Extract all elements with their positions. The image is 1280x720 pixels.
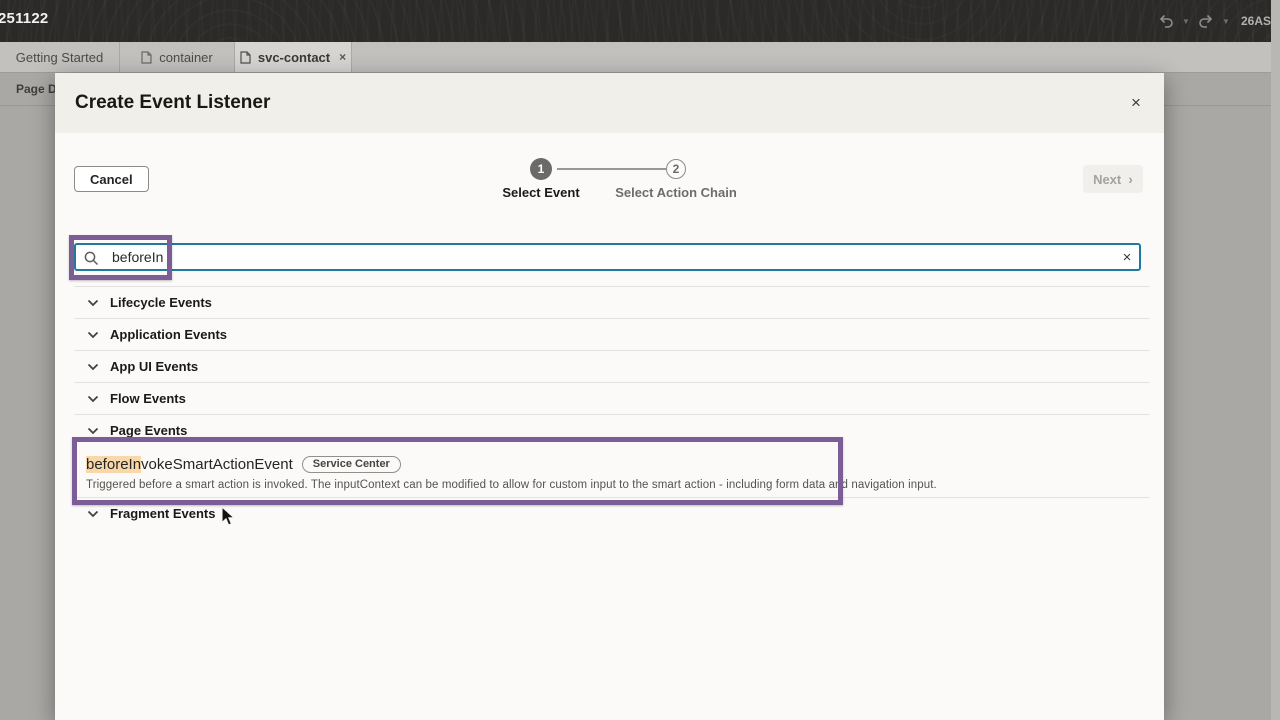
redo-icon: [1198, 14, 1214, 28]
section-lifecycle-events[interactable]: Lifecycle Events: [74, 286, 1150, 318]
tab-svc-contact[interactable]: svc-contact ×: [235, 42, 352, 72]
tab-label: container: [159, 50, 212, 65]
create-event-listener-dialog: Create Event Listener × Cancel 1 2 Selec…: [55, 73, 1164, 720]
document-icon: [240, 51, 251, 64]
step-2-indicator: 2: [666, 159, 686, 179]
app-header: 251122 ▼ ▼ 26ASam: [0, 0, 1280, 42]
cancel-button[interactable]: Cancel: [74, 166, 149, 192]
chevron-down-icon: [87, 299, 99, 307]
service-center-badge: Service Center: [302, 456, 401, 473]
undo-icon: [1158, 14, 1174, 28]
search-match-highlight: beforeIn: [86, 456, 141, 473]
section-page-events[interactable]: Page Events: [74, 414, 1150, 446]
event-name: beforeInvokeSmartActionEvent: [86, 456, 293, 473]
section-fragment-events[interactable]: Fragment Events: [74, 497, 1150, 529]
section-app-ui-events[interactable]: App UI Events: [74, 350, 1150, 382]
section-label: Flow Events: [110, 391, 186, 406]
background-page-designer-label: Page D: [16, 82, 57, 96]
undo-button[interactable]: [1153, 8, 1179, 34]
tab-close-icon[interactable]: ×: [339, 51, 346, 63]
section-label: Page Events: [110, 423, 187, 438]
section-label: App UI Events: [110, 359, 198, 374]
dialog-title: Create Event Listener: [75, 73, 270, 133]
tab-container[interactable]: container: [120, 42, 235, 72]
section-application-events[interactable]: Application Events: [74, 318, 1150, 350]
chevron-down-icon: [87, 395, 99, 403]
undo-menu-caret-icon[interactable]: ▼: [1179, 8, 1193, 34]
event-search-input[interactable]: [74, 243, 1141, 271]
chevron-down-icon: [87, 331, 99, 339]
tab-label: Getting Started: [16, 50, 103, 65]
event-category-list: Lifecycle Events Application Events App …: [74, 286, 1150, 529]
redo-menu-caret-icon[interactable]: ▼: [1219, 8, 1233, 34]
chevron-right-icon: ›: [1128, 172, 1133, 186]
document-icon: [141, 51, 152, 64]
background-divider: [0, 105, 55, 106]
step-connector: [557, 168, 666, 170]
event-name-rest: vokeSmartActionEvent: [141, 456, 293, 473]
dialog-titlebar: Create Event Listener ×: [55, 73, 1164, 133]
chevron-down-icon: [87, 427, 99, 435]
clear-search-icon[interactable]: ×: [1117, 248, 1137, 268]
step-1-indicator: 1: [530, 158, 552, 180]
chevron-down-icon: [87, 510, 99, 518]
workspace-label: 26ASam: [1241, 14, 1271, 28]
step-2-label: Select Action Chain: [596, 185, 756, 200]
redo-button[interactable]: [1193, 8, 1219, 34]
next-button[interactable]: Next ›: [1083, 165, 1143, 193]
dialog-close-icon[interactable]: ×: [1124, 91, 1148, 115]
app-title: 251122: [0, 10, 48, 27]
section-flow-events[interactable]: Flow Events: [74, 382, 1150, 414]
background-divider: [1164, 105, 1280, 106]
next-button-label: Next: [1093, 172, 1121, 187]
section-label: Fragment Events: [110, 506, 215, 521]
tab-label: svc-contact: [258, 50, 330, 65]
window-scrollbar[interactable]: [1271, 0, 1280, 720]
app-screen: 251122 ▼ ▼ 26ASam Getting Started contai…: [0, 0, 1280, 720]
tab-getting-started[interactable]: Getting Started: [0, 42, 120, 72]
result-title-line: beforeInvokeSmartActionEvent Service Cen…: [86, 454, 1150, 474]
header-actions: ▼ ▼ 26ASam: [1153, 0, 1271, 42]
event-result-beforeInvokeSmartActionEvent[interactable]: beforeInvokeSmartActionEvent Service Cen…: [74, 446, 1150, 497]
editor-tab-bar: Getting Started container svc-contact ×: [0, 42, 1280, 73]
section-label: Application Events: [110, 327, 227, 342]
section-label: Lifecycle Events: [110, 295, 212, 310]
chevron-down-icon: [87, 363, 99, 371]
event-description: Triggered before a smart action is invok…: [86, 479, 1150, 491]
